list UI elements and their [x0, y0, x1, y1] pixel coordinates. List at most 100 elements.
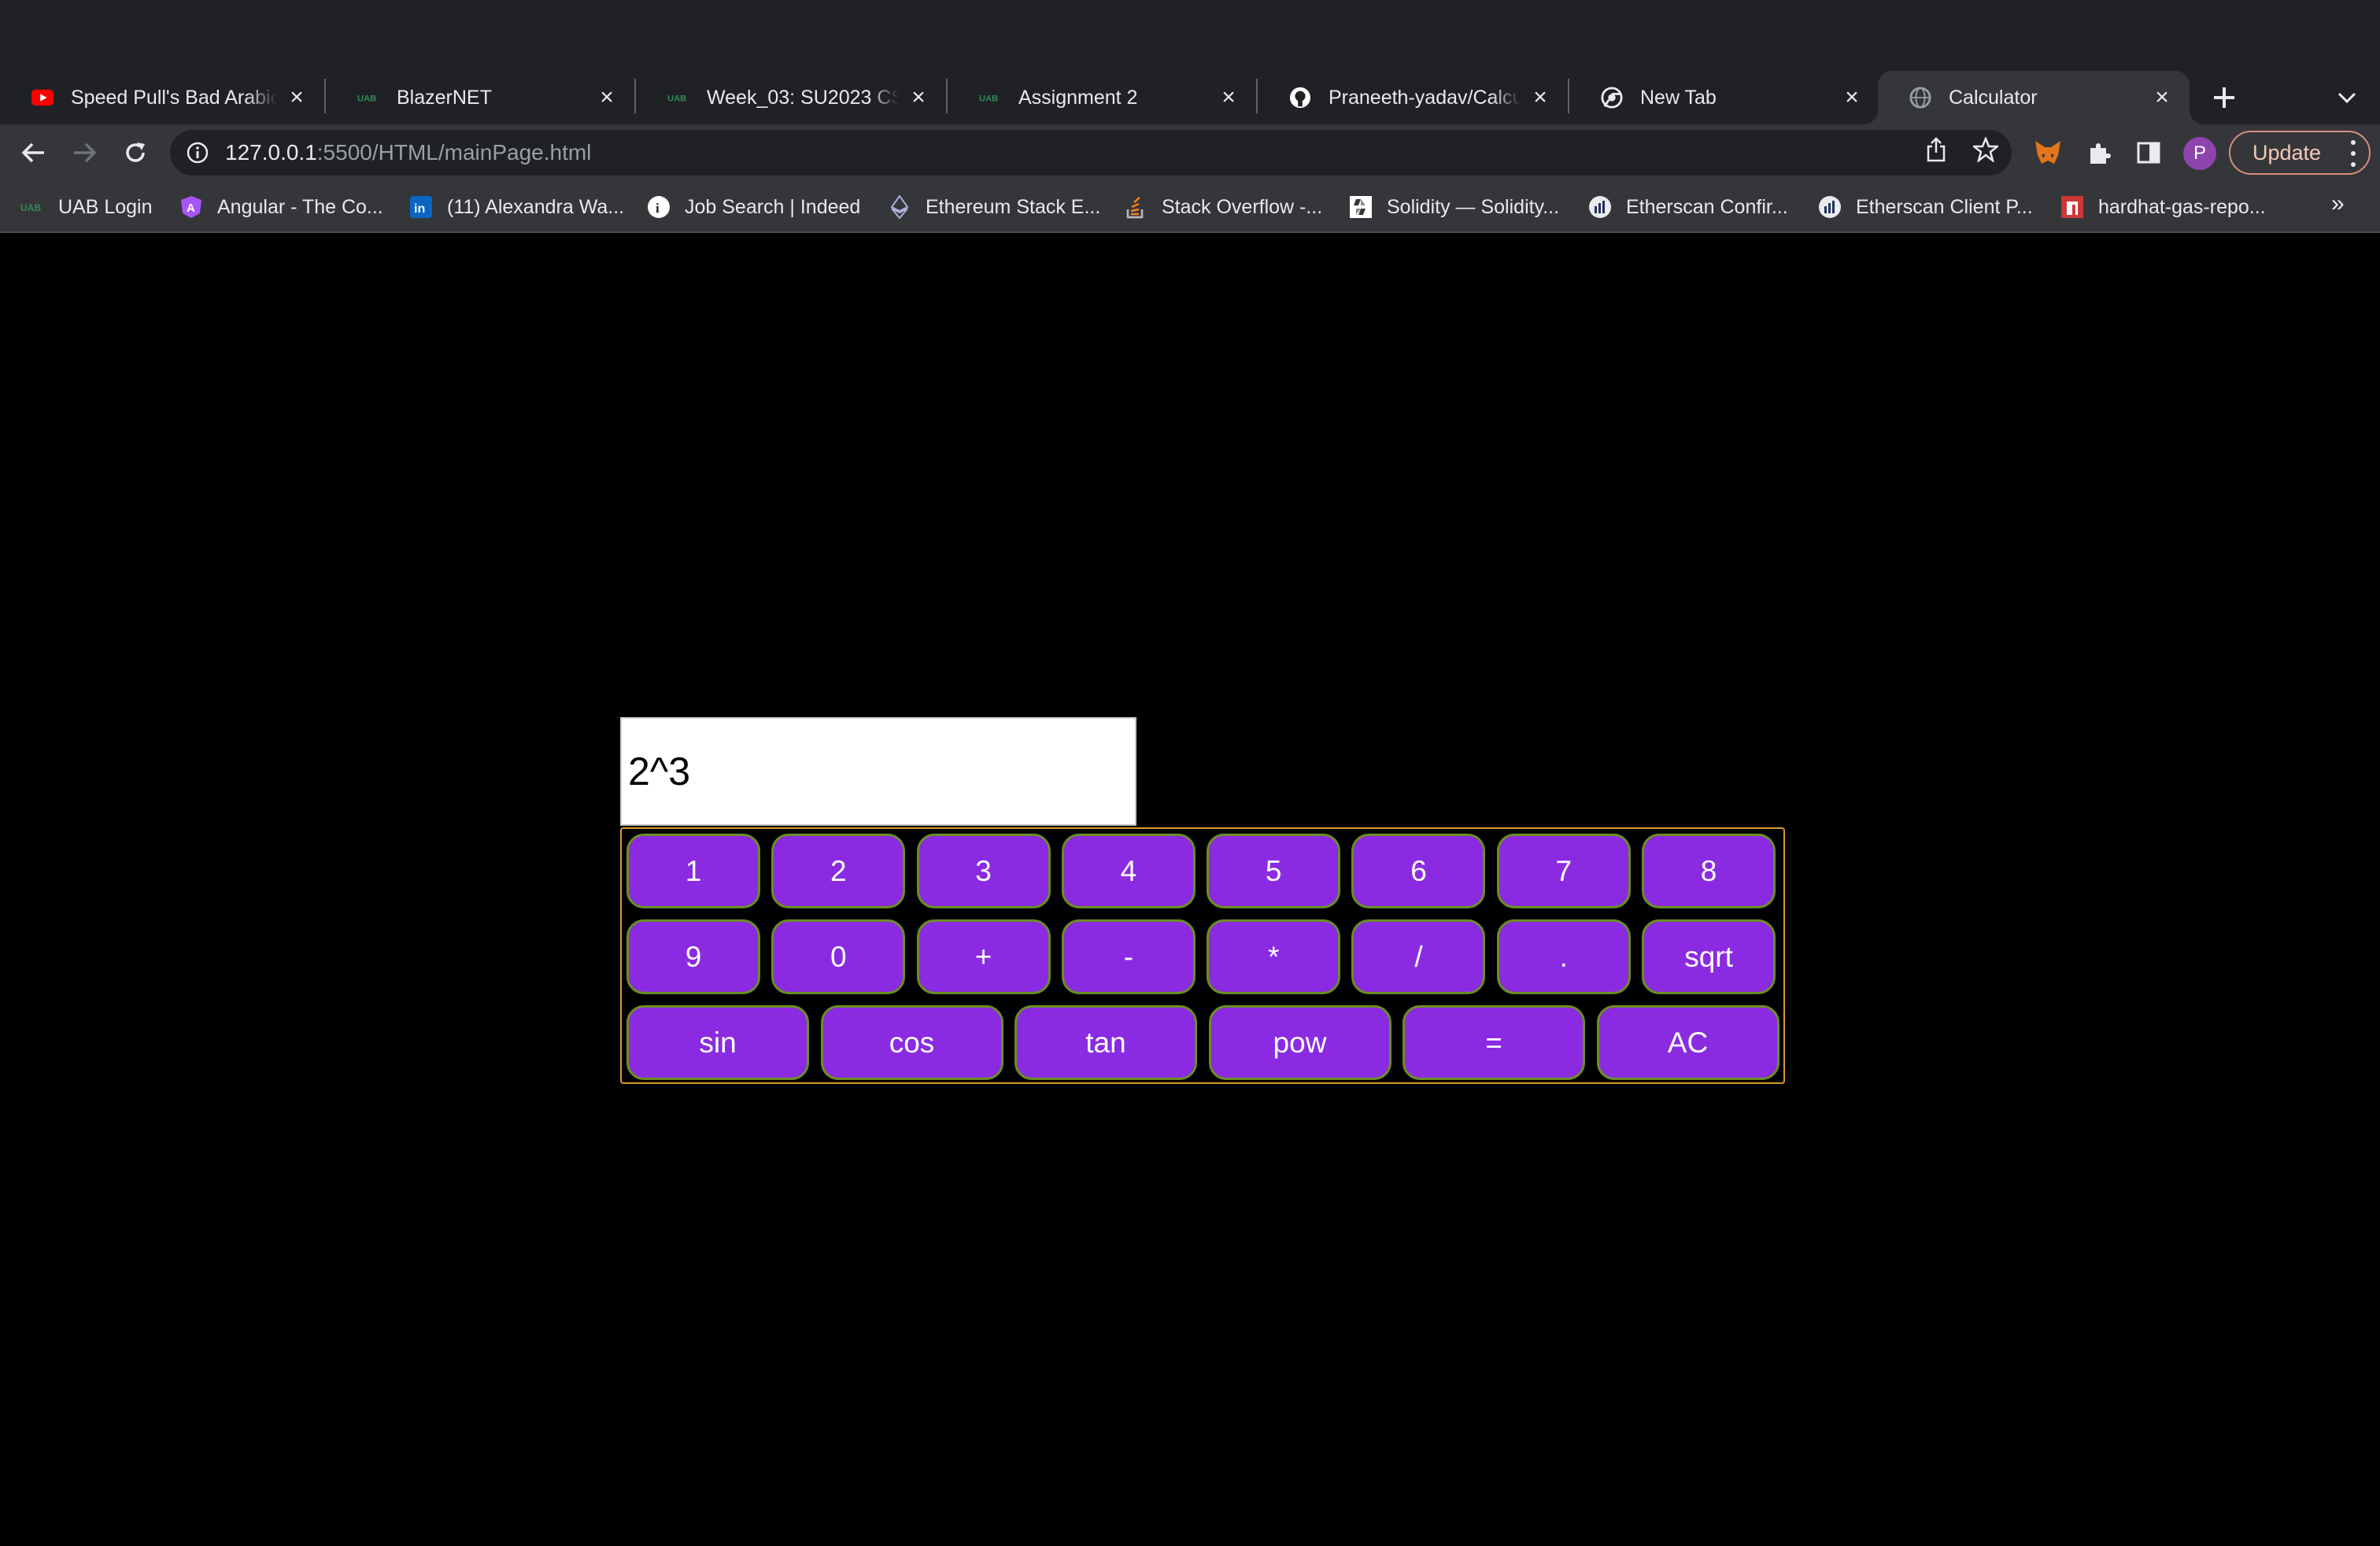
tab-assignment2[interactable]: UAB Assignment 2 ×	[948, 71, 1256, 124]
bookmark-uab-login[interactable]: UAB UAB Login	[20, 192, 153, 222]
share-button[interactable]	[1920, 134, 1952, 165]
side-panel-button[interactable]	[2131, 135, 2166, 170]
key-clear[interactable]: AC	[1596, 1005, 1779, 1080]
calculator-display[interactable]: 2^3	[620, 717, 1136, 826]
tab-title: Calculator	[1949, 86, 2038, 109]
key-5[interactable]: 5	[1207, 834, 1341, 908]
stackoverflow-icon	[1124, 195, 1148, 219]
key-sin[interactable]: sin	[626, 1005, 809, 1080]
angular-icon: A	[179, 195, 203, 219]
bookmark-etherscan-confirm[interactable]: Etherscan Confir...	[1588, 192, 1788, 222]
address-bar[interactable]: 127.0.0.1:5500/HTML/mainPage.html	[170, 130, 2012, 176]
close-icon[interactable]: ×	[1528, 84, 1552, 110]
fox-icon	[2035, 141, 2060, 164]
chrome-icon	[1601, 87, 1623, 109]
tab-strip: Speed Pull's Bad Arabic × UAB BlazerNET …	[0, 0, 2380, 124]
globe-icon	[1909, 87, 1931, 109]
close-icon[interactable]: ×	[285, 84, 309, 110]
reload-button[interactable]	[115, 132, 156, 173]
tab-week03[interactable]: UAB Week_03: SU2023 CS 6 ×	[636, 71, 946, 124]
github-icon	[1289, 87, 1311, 109]
uab-icon: UAB	[979, 87, 1001, 109]
key-pow[interactable]: pow	[1208, 1005, 1391, 1080]
close-icon[interactable]: ×	[1217, 84, 1240, 110]
bookmark-label: Job Search | Indeed	[685, 195, 861, 218]
kebab-menu-icon[interactable]	[2349, 140, 2358, 167]
tab-calculator[interactable]: Calculator ×	[1878, 71, 2190, 124]
calculator-keypad: 1 2 3 4 5 6 7 8 9 0 + - * / . sqrt sin c…	[620, 827, 1785, 1084]
key-tan[interactable]: tan	[1014, 1005, 1197, 1080]
key-equals[interactable]: =	[1402, 1005, 1585, 1080]
side-panel-icon	[2137, 142, 2160, 164]
key-multiply[interactable]: *	[1207, 919, 1341, 994]
key-6[interactable]: 6	[1351, 834, 1486, 908]
key-1[interactable]: 1	[626, 834, 760, 908]
update-button[interactable]: Update	[2229, 131, 2371, 175]
bookmark-label: Etherscan Client P...	[1856, 195, 2033, 218]
forward-button[interactable]	[65, 132, 105, 173]
close-icon[interactable]: ×	[2150, 84, 2174, 110]
bookmark-ethereum-stack-exchange[interactable]: Ethereum Stack E...	[888, 192, 1100, 222]
key-2[interactable]: 2	[771, 834, 906, 908]
tab-title: New Tab	[1640, 86, 1717, 109]
bookmark-stack-overflow[interactable]: Stack Overflow -...	[1124, 192, 1322, 222]
tab-blazernet[interactable]: UAB BlazerNET ×	[326, 71, 634, 124]
key-divide[interactable]: /	[1351, 919, 1486, 994]
browser-chrome: Speed Pull's Bad Arabic × UAB BlazerNET …	[0, 0, 2380, 233]
bookmarks-overflow-icon[interactable]: »	[2331, 190, 2345, 217]
key-decimal[interactable]: .	[1496, 919, 1631, 994]
back-button[interactable]	[13, 132, 54, 173]
bookmark-label: UAB Login	[58, 195, 153, 218]
close-icon[interactable]: ×	[907, 84, 930, 110]
key-cos[interactable]: cos	[820, 1005, 1003, 1080]
bookmark-label: Solidity — Solidity...	[1387, 195, 1560, 218]
bookmark-star-button[interactable]	[1970, 134, 2001, 165]
extensions-button[interactable]	[2082, 135, 2117, 170]
key-4[interactable]: 4	[1061, 834, 1196, 908]
avatar[interactable]: P	[2183, 137, 2216, 170]
bookmark-etherscan-client[interactable]: Etherscan Client P...	[1818, 192, 2033, 222]
bookmark-label: Ethereum Stack E...	[926, 195, 1101, 218]
url-path: :5500/HTML/mainPage.html	[316, 140, 592, 165]
bookmark-linkedin[interactable]: in (11) Alexandra Wa...	[409, 192, 624, 222]
key-minus[interactable]: -	[1061, 919, 1196, 994]
update-label: Update	[2252, 140, 2322, 165]
key-3[interactable]: 3	[916, 834, 1051, 908]
new-tab-button[interactable]	[2204, 77, 2245, 118]
npm-icon	[2060, 195, 2084, 219]
key-7[interactable]: 7	[1496, 834, 1631, 908]
key-sqrt[interactable]: sqrt	[1642, 919, 1776, 994]
tab-title: Week_03: SU2023 CS 6	[707, 86, 899, 109]
key-0[interactable]: 0	[771, 919, 906, 994]
bookmarks-bar: UAB UAB Login A Angular - The Co... in (…	[0, 181, 2380, 233]
bookmark-indeed[interactable]: i Job Search | Indeed	[647, 192, 860, 222]
metamask-extension-button[interactable]	[2031, 135, 2065, 170]
bookmark-solidity[interactable]: Solidity — Solidity...	[1349, 192, 1559, 222]
etherscan-icon	[1588, 195, 1612, 219]
tab-title: Speed Pull's Bad Arabic	[71, 86, 277, 109]
bookmark-label: Stack Overflow -...	[1162, 195, 1323, 218]
chevron-down-icon	[2338, 92, 2356, 103]
key-8[interactable]: 8	[1642, 834, 1776, 908]
toolbar: 127.0.0.1:5500/HTML/mainPage.html P Upda…	[0, 124, 2380, 181]
tab-youtube[interactable]: Speed Pull's Bad Arabic ×	[0, 71, 324, 124]
close-icon[interactable]: ×	[1840, 84, 1864, 110]
uab-icon: UAB	[667, 87, 689, 109]
close-icon[interactable]: ×	[595, 84, 619, 110]
svg-text:UAB: UAB	[667, 94, 686, 103]
key-9[interactable]: 9	[626, 919, 760, 994]
tab-github[interactable]: Praneeth-yadav/Calculator ×	[1258, 71, 1568, 124]
uab-icon: UAB	[20, 195, 44, 219]
tab-newtab[interactable]: New Tab ×	[1569, 71, 1879, 124]
tab-title: Assignment 2	[1018, 86, 1138, 109]
tab-title: BlazerNET	[397, 86, 492, 109]
bookmark-hardhat-gas-reporter[interactable]: hardhat-gas-repo...	[2060, 192, 2266, 222]
svg-text:in: in	[414, 202, 425, 216]
plus-icon	[2214, 87, 2234, 108]
key-plus[interactable]: +	[916, 919, 1051, 994]
tab-search-button[interactable]	[2328, 79, 2366, 117]
bookmark-angular[interactable]: A Angular - The Co...	[179, 192, 383, 222]
etherscan-icon	[1818, 195, 1842, 219]
indeed-icon: i	[647, 195, 671, 219]
info-icon[interactable]	[186, 141, 209, 165]
